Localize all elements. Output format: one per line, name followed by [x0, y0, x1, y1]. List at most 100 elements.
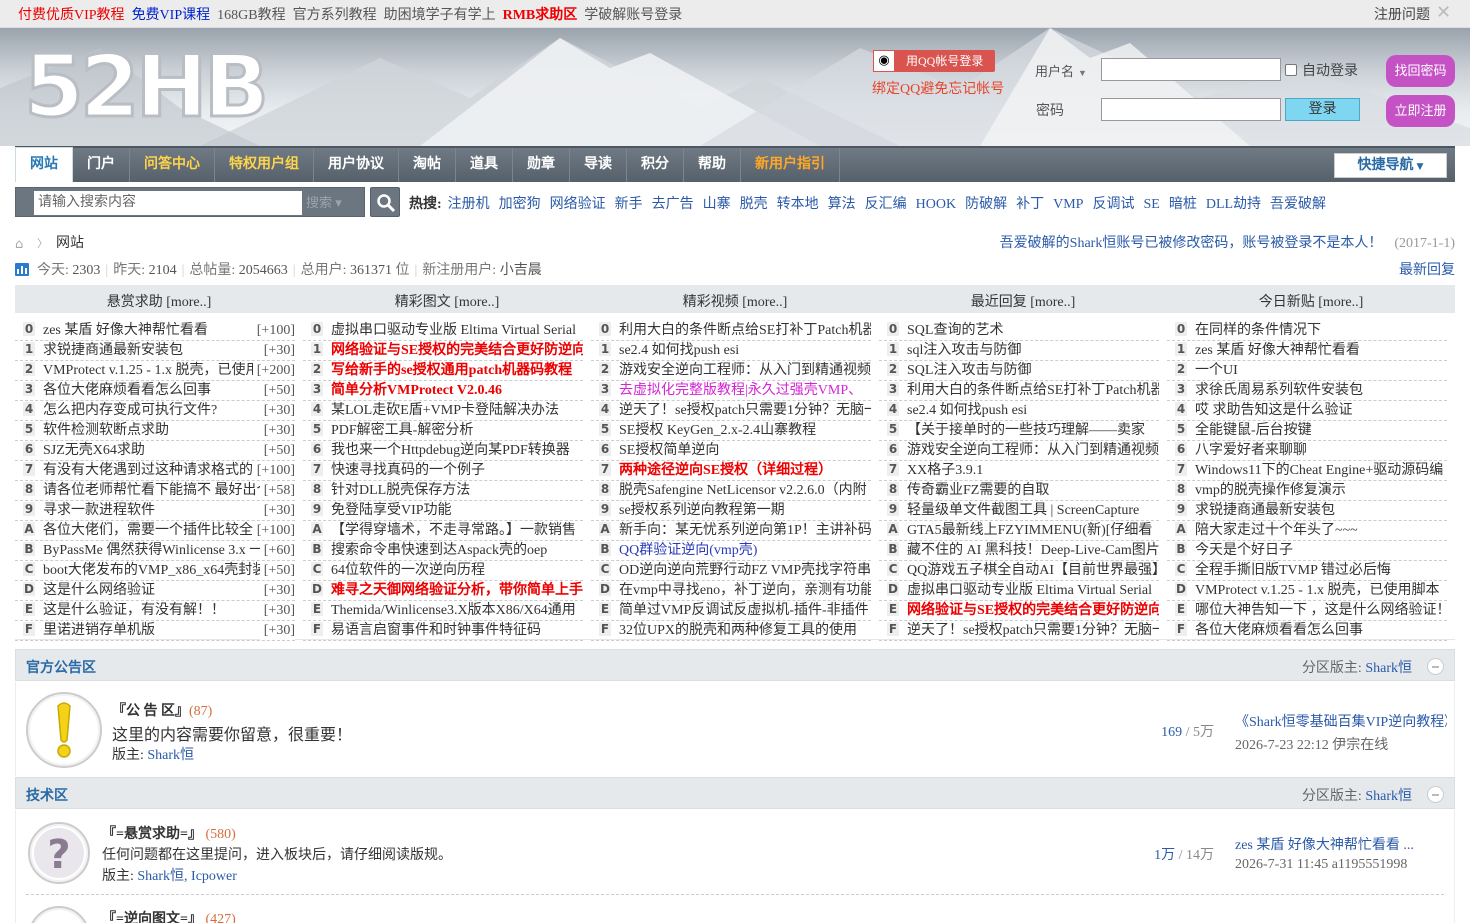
top-link[interactable]: 付费优质VIP教程 [18, 8, 125, 23]
thread-link[interactable]: 我也来一个Httpdebug逆向某PDF转换器 [331, 443, 570, 458]
qq-login-button[interactable]: ◉ 用QQ帐号登录 [873, 50, 995, 72]
hot-word-link[interactable]: 去广告 [652, 197, 694, 212]
thread-link[interactable]: 一个UI [1195, 363, 1238, 378]
hot-word-link[interactable]: HOOK [916, 197, 956, 212]
hot-word-link[interactable]: 网络验证 [550, 197, 606, 212]
top-link[interactable]: 助困境学子有学上 [384, 8, 496, 23]
board-header[interactable]: 悬赏求助 [more..] [15, 291, 303, 311]
thread-link[interactable]: 去虚拟化完整版教程|永久过强壳VMP、 [619, 383, 862, 398]
hot-word-link[interactable]: VMP [1053, 197, 1083, 212]
thread-link[interactable]: 写给新手的se授权通用patch机器码教程 [331, 363, 572, 378]
thread-link[interactable]: 各位大佬麻烦看看怎么回事 [43, 383, 211, 398]
thread-link[interactable]: 今天是个好日子 [1195, 543, 1293, 558]
newest-user-link[interactable]: 小吉晨 [500, 263, 542, 278]
thread-link[interactable]: 网络验证与SE授权的完美结合更好防逆向 [331, 343, 583, 358]
thread-link[interactable]: 请各位老师帮忙看下能搞不 最好出个 [43, 483, 271, 498]
collapse-icon[interactable] [1427, 658, 1444, 675]
hot-word-link[interactable]: 反调试 [1092, 197, 1134, 212]
thread-link[interactable]: 求徐氏周易系列软件安装包 [1195, 383, 1363, 398]
latest-reply-link[interactable]: 最新回复 [1399, 259, 1455, 279]
thread-link[interactable]: 新手向：某无忧系列逆向第1P！主讲补码 [619, 523, 871, 538]
hot-word-link[interactable]: DLL劫持 [1206, 197, 1261, 212]
register-help-link[interactable]: 注册问题 [1374, 4, 1430, 24]
exclamation-icon[interactable] [26, 692, 102, 768]
board-header[interactable]: 精彩视频 [more..] [591, 291, 879, 311]
thread-link[interactable]: SE授权简单逆向 [619, 443, 719, 458]
thread-link[interactable]: 八字爱好者来聊聊 [1195, 443, 1307, 458]
search-type-select[interactable]: 搜索 ▾ [306, 192, 342, 211]
last-post-title[interactable]: 《Shark恒零基础百集VIP逆向教程》 [1235, 711, 1447, 731]
username-input[interactable] [1101, 58, 1281, 81]
thread-link[interactable]: 【学得穿墙术，不走寻常路。】一款销售 [331, 523, 576, 538]
thread-link[interactable]: 利用大白的条件断点给SE打补丁Patch机器 [907, 383, 1159, 398]
thread-link[interactable]: Windows11下的Cheat Engine+驱动源码编 [1195, 463, 1443, 478]
forum-name[interactable]: 『=悬赏求助=』 (580) [102, 823, 236, 843]
thread-link[interactable]: Themida/Winlicense3.X版本X86/X64通用 [331, 603, 576, 618]
thread-link[interactable]: 逆天了！se授权patch只需要1分钟？无脑一 [907, 623, 1159, 638]
thread-link[interactable]: 里诺进销存单机版 [43, 623, 155, 638]
thread-link[interactable]: 这是什么网络验证 [43, 583, 155, 598]
qq-bind-tip[interactable]: 绑定QQ避免忘记帐号 [872, 78, 1004, 98]
login-button[interactable]: 登录 [1285, 98, 1360, 121]
hot-word-link[interactable]: 加密狗 [499, 197, 541, 212]
board-header[interactable]: 精彩图文 [more..] [303, 291, 591, 311]
autologin-checkbox[interactable]: 自动登录 [1285, 60, 1358, 80]
hot-word-link[interactable]: 防破解 [965, 197, 1007, 212]
close-icon[interactable]: ✕ [1436, 4, 1454, 23]
thread-link[interactable]: VMProtect v.1.25 - 1.x 脱壳，已使用脚本 [1195, 583, 1439, 598]
nav-item[interactable]: 新用户指引 [741, 148, 840, 182]
thread-link[interactable]: 逆天了！se授权patch只需要1分钟？无脑一 [619, 403, 871, 418]
thread-link[interactable]: 各位大佬麻烦看看怎么回事 [1195, 623, 1363, 638]
hot-word-link[interactable]: 反汇编 [865, 197, 907, 212]
thread-link[interactable]: 免登陆享受VIP功能 [331, 503, 452, 518]
top-link[interactable]: 168GB教程 [217, 8, 285, 23]
thread-link[interactable]: se2.4 如何找push esi [619, 343, 739, 358]
thread-link[interactable]: 难寻之天御网络验证分析，带你简单上手 [331, 583, 583, 598]
top-link[interactable]: 免费VIP课程 [132, 8, 211, 23]
nav-item[interactable]: 特权用户组 [215, 148, 314, 182]
top-link[interactable]: RMB求助区 [503, 8, 578, 23]
question-icon[interactable]: ? [28, 822, 90, 884]
thread-link[interactable]: 各位大佬们，需要一个插件比较全 [43, 523, 253, 538]
forum-icon[interactable] [28, 906, 90, 923]
thread-link[interactable]: 全能键鼠-后台按键 [1195, 423, 1312, 438]
thread-link[interactable]: SQL查询的艺术 [907, 323, 1003, 338]
thread-link[interactable]: 藏不住的 AI 黑科技！Deep-Live-Cam图片 [907, 543, 1159, 558]
notice-link[interactable]: 吾爱破解的Shark恒账号已被修改密码，账号被登录不是本人！ [1000, 236, 1383, 251]
hot-word-link[interactable]: 补丁 [1016, 197, 1044, 212]
nav-item[interactable]: 淘帖 [399, 148, 456, 182]
hot-word-link[interactable]: 山寨 [703, 197, 731, 212]
thread-link[interactable]: 哪位大神告知一下 ，这是什么网络验证！ [1195, 603, 1447, 618]
breadcrumb-current[interactable]: 网站 [56, 236, 84, 251]
thread-link[interactable]: 简单分析VMProtect V2.0.46 [331, 383, 502, 398]
hot-word-link[interactable]: 注册机 [448, 197, 490, 212]
thread-link[interactable]: PDF解密工具-解密分析 [331, 423, 473, 438]
thread-link[interactable]: 利用大白的条件断点给SE打补丁Patch机器 [619, 323, 871, 338]
thread-link[interactable]: 哎 求助告知这是什么验证 [1195, 403, 1353, 418]
search-button[interactable] [370, 187, 400, 217]
nav-item[interactable]: 用户协议 [314, 148, 399, 182]
thread-link[interactable]: OD逆向逆向荒野行动FZ VMP壳找字符串 [619, 563, 871, 578]
thread-link[interactable]: 32位UPX的脱壳和两种修复工具的使用 [619, 623, 857, 638]
hot-word-link[interactable]: 暗桩 [1169, 197, 1197, 212]
thread-link[interactable]: SJZ无壳X64求助 [43, 443, 145, 458]
thread-link[interactable]: 快速寻找真码的一个例子 [331, 463, 485, 478]
thread-link[interactable]: 两种途径逆向SE授权（详细过程） [619, 463, 832, 478]
thread-link[interactable]: vmp的脱壳操作修复演示 [1195, 483, 1346, 498]
collapse-icon[interactable] [1427, 786, 1444, 803]
thread-link[interactable]: 虚拟串口驱动专业版 Eltima Virtual Serial [331, 323, 576, 338]
site-logo[interactable]: 52HB [22, 41, 270, 134]
thread-link[interactable]: zes 某盾 好像大神帮忙看看 [1195, 343, 1360, 358]
thread-link[interactable]: 这是什么验证，有没有解！！ [43, 603, 225, 618]
board-header[interactable]: 今日新贴 [more..] [1167, 291, 1455, 311]
thread-link[interactable]: 针对DLL脱壳保存方法 [331, 483, 470, 498]
checkbox-icon[interactable] [1285, 64, 1297, 76]
thread-link[interactable]: QQ游戏五子棋全自动AI【目前世界最强】 [907, 563, 1159, 578]
nav-item[interactable]: 导读 [570, 148, 627, 182]
forum-name[interactable]: 『=逆向图文=』 (427) [102, 908, 236, 923]
thread-link[interactable]: 游戏安全逆向工程师：从入门到精通视频 [619, 363, 871, 378]
thread-link[interactable]: VMProtect v.1.25 - 1.x 脱壳，已使用 [43, 363, 259, 378]
thread-link[interactable]: sql注入攻击与防御 [907, 343, 1021, 358]
nav-item[interactable]: 积分 [627, 148, 684, 182]
register-button[interactable]: 立即注册 [1386, 95, 1455, 127]
